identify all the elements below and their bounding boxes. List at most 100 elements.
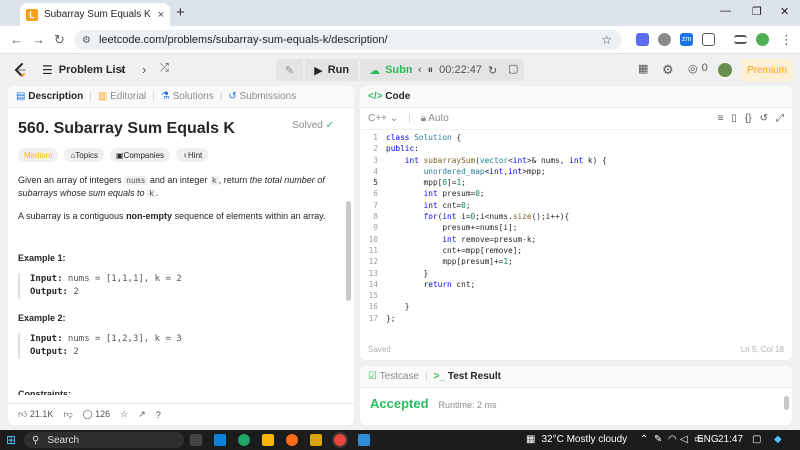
folder-icon[interactable] bbox=[310, 434, 322, 446]
bookmark-icon[interactable]: ▯ bbox=[731, 113, 737, 124]
extensions-puzzle-icon[interactable] bbox=[702, 33, 715, 46]
code-line[interactable]: 11 cnt+=mpp[remove]; bbox=[360, 245, 792, 256]
code-line[interactable]: 13 } bbox=[360, 268, 792, 279]
notification-icon[interactable]: ▢ bbox=[752, 434, 761, 445]
code-line[interactable]: 3 int subarraySum(vector<int>& nums, int… bbox=[360, 155, 792, 166]
debug-button[interactable]: ✎ bbox=[276, 59, 304, 81]
language-select[interactable]: C++ ⌄ bbox=[368, 113, 398, 124]
description-scrollbar[interactable] bbox=[346, 201, 351, 301]
firefox-icon[interactable] bbox=[286, 434, 298, 446]
timer-collapse-icon[interactable]: ‹ bbox=[418, 64, 422, 76]
language-indicator[interactable]: ENG bbox=[697, 434, 719, 445]
dislike-icon[interactable]: 👎︎ bbox=[63, 409, 72, 420]
problem-list-button[interactable]: ☰ Problem List bbox=[42, 63, 125, 77]
favorite-star-icon[interactable]: ☆ bbox=[120, 409, 128, 420]
timer-reset-icon[interactable]: ↻ bbox=[488, 64, 497, 77]
close-window-button[interactable]: ✕ bbox=[780, 5, 789, 18]
reading-list-icon[interactable] bbox=[734, 35, 747, 44]
code-line[interactable]: 6 int presum=0; bbox=[360, 188, 792, 199]
pen-icon[interactable]: ✎ bbox=[654, 434, 662, 445]
hint-button[interactable]: ♀ Hint bbox=[176, 148, 209, 162]
app-icon[interactable] bbox=[358, 434, 370, 446]
copilot-icon[interactable]: ◆ bbox=[774, 434, 782, 445]
layout-grid-icon[interactable]: ▦ bbox=[638, 62, 648, 75]
reset-icon[interactable]: ↺ bbox=[760, 113, 768, 124]
terminal-icon: >_ bbox=[433, 371, 448, 382]
shuffle-icon[interactable]: ⤮ bbox=[160, 62, 169, 75]
settings-gear-icon[interactable]: ⚙ bbox=[662, 62, 674, 78]
comments-button[interactable]: ◯ 126 bbox=[83, 409, 111, 420]
tray-chevron-icon[interactable]: ⌃ bbox=[640, 434, 648, 445]
tab-solutions[interactable]: ⚗ Solutions bbox=[161, 91, 214, 102]
code-line[interactable]: 1 class Solution { bbox=[360, 132, 792, 143]
forward-arrow-icon[interactable]: → bbox=[32, 32, 45, 47]
coins-widget[interactable]: ◎ 0 bbox=[688, 62, 708, 75]
tab-submissions[interactable]: ↺ Submissions bbox=[228, 91, 296, 102]
topics-button[interactable]: ⌂ Topics bbox=[64, 148, 104, 162]
code-line[interactable]: 16 } bbox=[360, 301, 792, 312]
companies-button[interactable]: ▣ Companies bbox=[109, 148, 171, 162]
code-line[interactable]: 7 int cnt=0; bbox=[360, 200, 792, 211]
tab-close-icon[interactable]: × bbox=[158, 9, 164, 21]
minimize-button[interactable]: — bbox=[720, 5, 731, 17]
code-line[interactable]: 15 bbox=[360, 290, 792, 301]
run-button[interactable]: ▶ Run bbox=[305, 59, 359, 81]
tab-test-result[interactable]: >_ Test Result bbox=[434, 371, 501, 382]
autocomplete-toggle[interactable]: 🔒︎ Auto bbox=[421, 113, 449, 124]
premium-button[interactable]: Premium bbox=[741, 59, 793, 81]
code-line[interactable]: 17}; bbox=[360, 313, 792, 324]
tab-testcase[interactable]: ☑ Testcase bbox=[368, 371, 419, 382]
profile-avatar[interactable] bbox=[756, 33, 769, 46]
maximize-button[interactable]: ❐ bbox=[752, 5, 762, 18]
share-icon[interactable]: ↗ bbox=[138, 409, 146, 420]
help-icon[interactable]: ? bbox=[156, 410, 161, 420]
taskbar-search[interactable]: ⚲ Search bbox=[24, 432, 184, 448]
browser-tab[interactable]: L Subarray Sum Equals K - LeetC × bbox=[20, 3, 170, 26]
windows-start-icon[interactable]: ⊞ bbox=[6, 433, 16, 447]
like-button[interactable]: 👍︎ 21.1K bbox=[18, 409, 53, 420]
code-line[interactable]: 4 unordered_map<int,int>mpp; bbox=[360, 166, 792, 177]
prev-problem-icon[interactable]: ‹ bbox=[120, 62, 124, 77]
user-avatar[interactable] bbox=[718, 63, 732, 77]
fullscreen-icon[interactable]: ⤢ bbox=[776, 113, 784, 124]
new-tab-button[interactable]: + bbox=[176, 4, 185, 21]
volume-icon[interactable]: ◁ bbox=[680, 434, 688, 445]
file-explorer-icon[interactable] bbox=[262, 434, 274, 446]
address-bar[interactable]: ⚙ leetcode.com/problems/subarray-sum-equ… bbox=[74, 30, 622, 50]
leetcode-logo-icon[interactable] bbox=[12, 62, 28, 78]
reload-icon[interactable]: ↻ bbox=[54, 32, 65, 48]
extension-icon[interactable] bbox=[636, 33, 649, 46]
result-scrollbar[interactable] bbox=[784, 396, 789, 410]
code-line[interactable]: 5 mpp[0]=1; bbox=[360, 177, 792, 188]
site-info-icon[interactable]: ⚙ bbox=[82, 35, 91, 46]
zoom-extension-icon[interactable]: zm bbox=[680, 33, 693, 46]
edge-browser-icon[interactable] bbox=[238, 434, 250, 446]
code-line[interactable]: 2 public: bbox=[360, 143, 792, 154]
next-problem-icon[interactable]: › bbox=[142, 62, 146, 77]
tab-code[interactable]: </> Code bbox=[368, 91, 410, 102]
wifi-icon[interactable]: ◠ bbox=[668, 434, 677, 445]
tab-testcase-label: Testcase bbox=[379, 371, 420, 382]
back-arrow-icon[interactable]: ← bbox=[10, 32, 23, 47]
code-line[interactable]: 14 return cnt; bbox=[360, 279, 792, 290]
inline-code: k bbox=[209, 176, 219, 185]
taskbar-clock[interactable]: 21:47 bbox=[718, 434, 743, 445]
pause-icon[interactable]: ⏸ bbox=[428, 64, 434, 77]
note-icon[interactable]: ▢ bbox=[508, 62, 518, 75]
code-line[interactable]: 8 for(int i=0;i<nums.size();i++){ bbox=[360, 211, 792, 222]
code-area[interactable]: 1 class Solution {2 public: 3 int subarrayS… bbox=[360, 132, 792, 324]
format-icon[interactable]: ≡ bbox=[718, 113, 724, 124]
code-line[interactable]: 10 int remove=presum-k; bbox=[360, 234, 792, 245]
code-line[interactable]: 9 presum+=nums[i]; bbox=[360, 222, 792, 233]
task-view-icon[interactable] bbox=[190, 434, 202, 446]
tab-editorial[interactable]: ▥ Editorial bbox=[98, 91, 146, 102]
browser-menu-icon[interactable]: ⋮ bbox=[780, 32, 793, 48]
weather-widget[interactable]: ▦ 32°C Mostly cloudy bbox=[526, 434, 627, 445]
mail-app-icon[interactable] bbox=[214, 434, 226, 446]
chrome-icon[interactable] bbox=[334, 434, 346, 446]
braces-icon[interactable]: {} bbox=[745, 113, 752, 124]
tab-description[interactable]: ▤ Description bbox=[16, 91, 83, 102]
code-line[interactable]: 12 mpp[presum]+=1; bbox=[360, 256, 792, 267]
bookmark-star-icon[interactable]: ☆ bbox=[601, 33, 612, 47]
performance-icon[interactable] bbox=[658, 33, 671, 46]
